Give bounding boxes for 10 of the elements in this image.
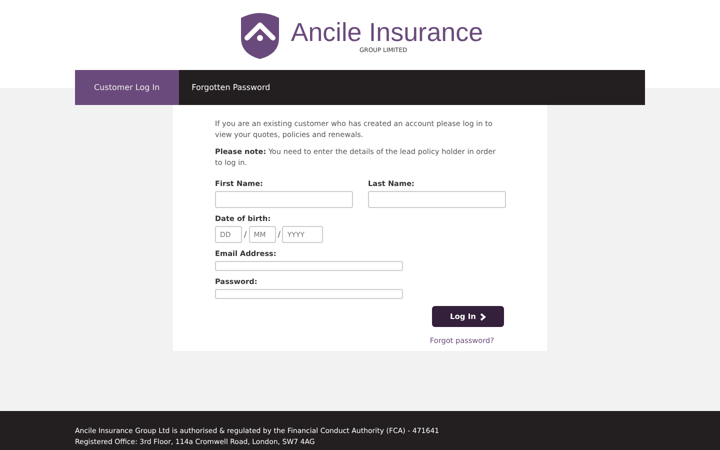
nav-tab[interactable]: Forgotten Password — [178, 70, 284, 105]
password-field[interactable] — [215, 289, 403, 299]
first-name-field[interactable] — [215, 191, 353, 208]
chevron-icon — [480, 312, 486, 320]
date-separator: / — [278, 230, 280, 239]
nav-tab[interactable]: Customer Log In — [75, 70, 179, 105]
company-name: Ancile Insurance — [290, 16, 484, 46]
email-field[interactable] — [215, 261, 403, 271]
date-separator: / — [244, 230, 247, 239]
last-name-field[interactable] — [368, 191, 506, 208]
